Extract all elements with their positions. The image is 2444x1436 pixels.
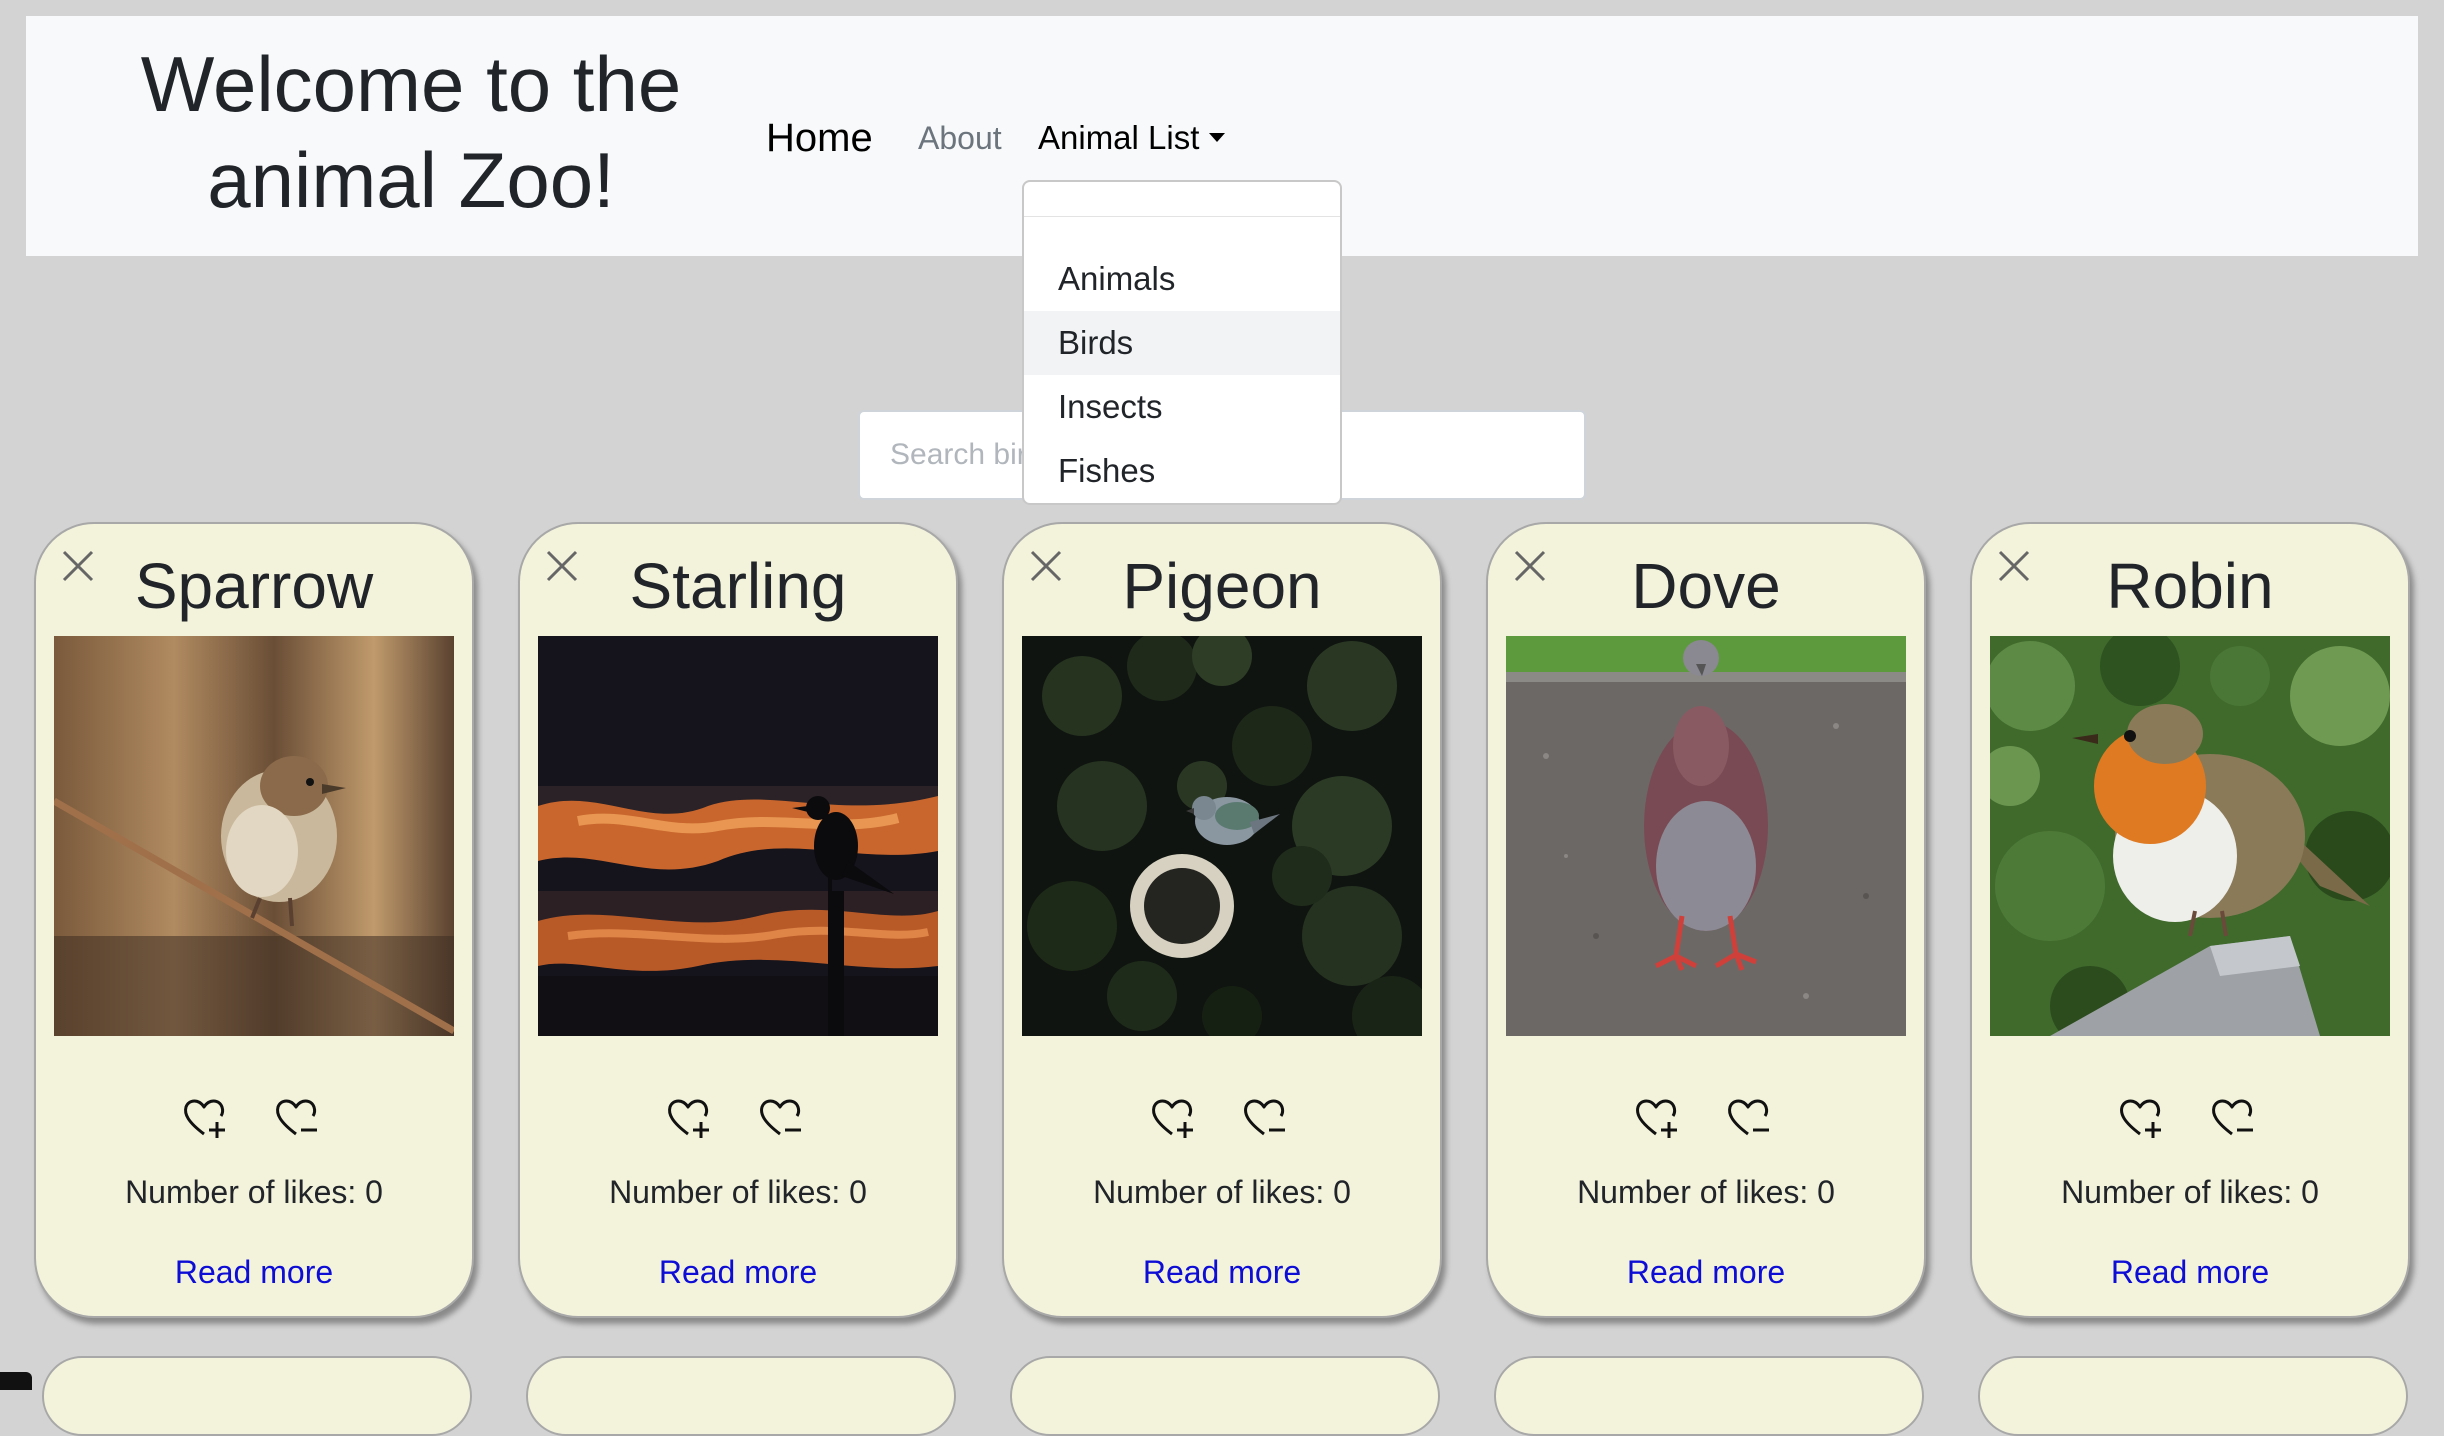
sparrow-photo xyxy=(54,636,454,1036)
dove-photo xyxy=(1506,636,1906,1036)
likes-count: Number of likes: 0 xyxy=(1093,1174,1351,1210)
dropdown-item-fishes[interactable]: Fishes xyxy=(1024,439,1340,503)
card-title: Starling xyxy=(629,550,847,622)
animal-card-partial xyxy=(526,1356,956,1436)
animal-card-sparrow: Sparrow Number of likes: 0 Read more xyxy=(34,522,474,1318)
card-title: Pigeon xyxy=(1122,550,1322,622)
heart-minus-icon[interactable] xyxy=(756,1094,804,1142)
dropdown-item-animals[interactable]: Animals xyxy=(1024,247,1340,311)
card-title: Sparrow xyxy=(134,550,374,622)
animal-list-dropdown-menu: Animals Birds Insects Fishes xyxy=(1022,180,1342,505)
corner-badge xyxy=(0,1372,32,1390)
pigeon-photo xyxy=(1022,636,1422,1036)
dropdown-item-insects[interactable]: Insects xyxy=(1024,375,1340,439)
read-more-link[interactable]: Read more xyxy=(1488,1252,1924,1292)
caret-down-icon xyxy=(1209,132,1226,142)
animal-card-robin: Robin Number of likes: 0 Read more xyxy=(1970,522,2410,1318)
heart-plus-icon[interactable] xyxy=(1632,1094,1680,1142)
heart-minus-icon[interactable] xyxy=(1724,1094,1772,1142)
nav-animal-list-dropdown[interactable]: Animal List xyxy=(1038,116,1226,160)
card-title: Dove xyxy=(1631,550,1781,622)
heart-plus-icon[interactable] xyxy=(1148,1094,1196,1142)
read-more-link[interactable]: Read more xyxy=(1972,1252,2408,1292)
heart-plus-icon[interactable] xyxy=(2116,1094,2164,1142)
heart-minus-icon[interactable] xyxy=(1240,1094,1288,1142)
animal-card-dove: Dove Number of likes: 0 Read more xyxy=(1486,522,1926,1318)
dropdown-item-birds[interactable]: Birds xyxy=(1024,311,1340,375)
animal-card-starling: Starling Number of likes: 0 Read more xyxy=(518,522,958,1318)
animal-card-partial xyxy=(42,1356,472,1436)
nav-about-link[interactable]: About xyxy=(918,116,1002,160)
likes-count: Number of likes: 0 xyxy=(609,1174,867,1210)
dropdown-header xyxy=(1024,182,1340,217)
animal-card-pigeon: Pigeon Number of likes: 0 Read more xyxy=(1002,522,1442,1318)
animal-card-partial xyxy=(1978,1356,2408,1436)
animal-card-partial xyxy=(1494,1356,1924,1436)
read-more-link[interactable]: Read more xyxy=(36,1252,472,1292)
read-more-link[interactable]: Read more xyxy=(520,1252,956,1292)
likes-count: Number of likes: 0 xyxy=(1577,1174,1835,1210)
heart-minus-icon[interactable] xyxy=(272,1094,320,1142)
heart-plus-icon[interactable] xyxy=(180,1094,228,1142)
nav-home-link[interactable]: Home xyxy=(766,116,873,160)
nav-animal-list-label: Animal List xyxy=(1038,119,1200,156)
heart-minus-icon[interactable] xyxy=(2208,1094,2256,1142)
likes-count: Number of likes: 0 xyxy=(2061,1174,2319,1210)
read-more-link[interactable]: Read more xyxy=(1004,1252,1440,1292)
robin-photo xyxy=(1990,636,2390,1036)
animal-card-partial xyxy=(1010,1356,1440,1436)
card-title: Robin xyxy=(2106,550,2274,622)
heart-plus-icon[interactable] xyxy=(664,1094,712,1142)
dropdown-list: Animals Birds Insects Fishes xyxy=(1024,247,1340,503)
starling-photo xyxy=(538,636,938,1036)
site-title: Welcome to the animal Zoo! xyxy=(140,40,682,224)
likes-count: Number of likes: 0 xyxy=(125,1174,383,1210)
